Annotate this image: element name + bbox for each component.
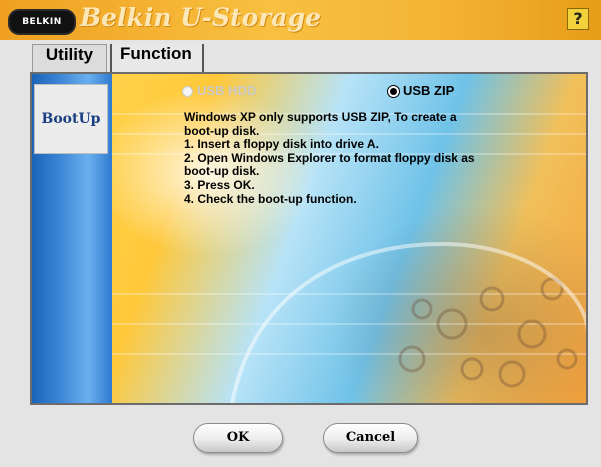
instructions-text: Windows XP only supports USB ZIP, To cre… [184,110,524,206]
help-icon[interactable]: ? [567,8,589,30]
title-bar: BELKIN Belkin U-Storage ? [0,0,601,40]
sidebar: BootUp [32,74,112,403]
radio-checked-icon [387,85,400,99]
tab-function[interactable]: Function [110,44,204,72]
instruction-line: boot-up disk. [184,164,260,179]
tab-utility[interactable]: Utility [32,44,107,72]
instruction-line: 3. Press OK. [184,177,255,192]
app-title: Belkin U-Storage [80,3,322,32]
instruction-line: 2. Open Windows Explorer to format flopp… [184,150,475,165]
instruction-line: 1. Insert a floppy disk into drive A. [184,137,379,152]
radio-unchecked-icon [182,86,193,98]
usb-hdd-radio[interactable]: USB HDD [182,83,256,103]
instruction-line: Windows XP only supports USB ZIP, To cre… [184,110,457,124]
instruction-line: 4. Check the boot-up function. [184,191,357,206]
usb-hdd-label: USB HDD [197,83,257,98]
sidebar-item-bootup[interactable]: BootUp [34,84,108,154]
usb-zip-radio[interactable]: USB ZIP [387,83,455,103]
ok-button[interactable]: OK [193,423,283,453]
instruction-line: boot-up disk. [184,123,260,138]
cancel-button[interactable]: Cancel [323,423,418,453]
belkin-logo: BELKIN [8,9,76,35]
usb-zip-label: USB ZIP [403,83,455,98]
